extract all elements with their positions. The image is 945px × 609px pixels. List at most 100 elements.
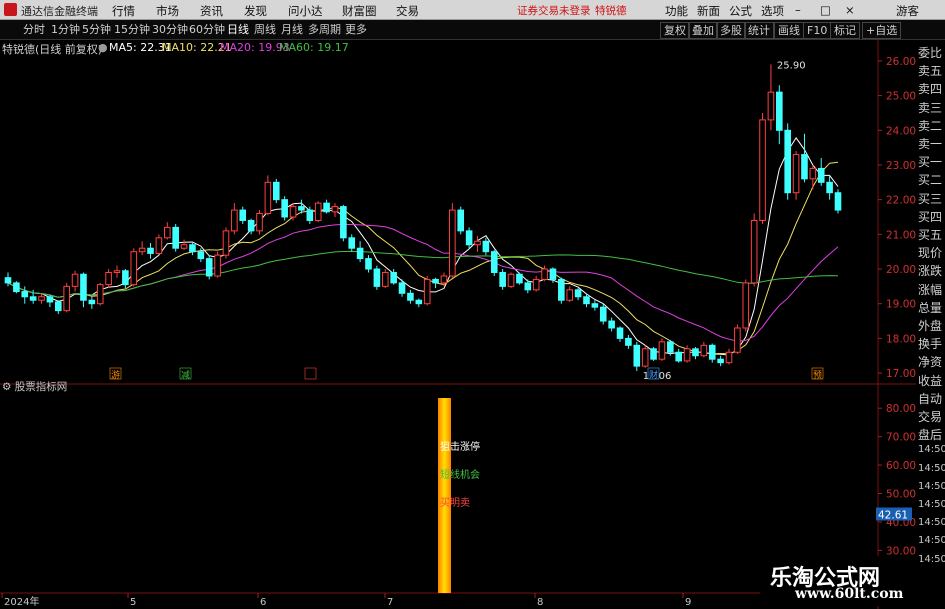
candle-body bbox=[222, 230, 230, 256]
candle-body bbox=[122, 270, 129, 286]
candle-body bbox=[398, 282, 406, 294]
candle-body bbox=[130, 251, 138, 286]
maximize-icon[interactable]: □ bbox=[820, 3, 831, 17]
candle-body bbox=[482, 240, 490, 253]
tab-30min[interactable]: 30分钟 bbox=[149, 22, 191, 37]
indicator-tick-label: 80.00 bbox=[886, 403, 916, 415]
menu-news[interactable]: 资讯 bbox=[200, 3, 223, 19]
tab-5min[interactable]: 5分钟 bbox=[79, 22, 114, 37]
side-panel-label: 盘后 bbox=[918, 428, 943, 443]
side-panel-label: 涨幅 bbox=[918, 282, 943, 297]
price-tick-label: 20.00 bbox=[886, 264, 916, 276]
signal-bar bbox=[438, 398, 451, 593]
high-price-label: 25.90 bbox=[777, 60, 806, 71]
candle-body bbox=[449, 209, 456, 277]
menu-trade[interactable]: 交易 bbox=[396, 3, 419, 19]
signal-label: 买明卖 bbox=[440, 497, 470, 509]
candle-body bbox=[96, 284, 104, 305]
title-bar: 通达信金融终端 行情 市场 资讯 发现 问小达 财富圈 交易 证券交易未登录 特… bbox=[0, 0, 945, 20]
statistics-button[interactable]: 统计 bbox=[744, 22, 774, 39]
candle-body bbox=[641, 348, 649, 367]
candle-body bbox=[105, 271, 112, 286]
candle-body bbox=[423, 278, 431, 305]
tab-15min[interactable]: 15分钟 bbox=[111, 22, 153, 37]
candle-body bbox=[147, 247, 154, 254]
candle-body bbox=[440, 275, 448, 284]
indicator-tick-label: 50.00 bbox=[886, 489, 916, 501]
candle-body bbox=[599, 306, 607, 322]
tab-monthly[interactable]: 月线 bbox=[278, 22, 306, 37]
side-panel-label: 14:50 bbox=[918, 553, 945, 565]
date-label: 8 bbox=[537, 597, 543, 608]
candle-body bbox=[549, 268, 557, 280]
close-icon[interactable]: × bbox=[845, 3, 855, 17]
candle-body bbox=[172, 226, 179, 249]
menu-wealth[interactable]: 财富圈 bbox=[342, 3, 377, 19]
indicator-title: ⚙ 股票指标网 bbox=[2, 380, 67, 393]
candle-body bbox=[415, 299, 423, 305]
f10-button[interactable]: F10 bbox=[803, 22, 832, 39]
menu-function[interactable]: 功能 bbox=[665, 3, 688, 19]
tab-1min[interactable]: 1分钟 bbox=[48, 22, 83, 37]
minimize-icon[interactable]: – bbox=[795, 3, 801, 17]
candle-body bbox=[55, 301, 62, 312]
menu-market[interactable]: 市场 bbox=[156, 3, 179, 19]
candle-body bbox=[742, 282, 750, 329]
candle-body bbox=[4, 277, 12, 284]
menu-new-layout[interactable]: 新面 bbox=[697, 3, 720, 19]
price-tick-label: 17.00 bbox=[886, 368, 916, 380]
menu-options[interactable]: 选项 bbox=[761, 3, 784, 19]
candle-body bbox=[675, 351, 683, 362]
event-mark-label: 游 bbox=[111, 369, 120, 381]
login-alert[interactable]: 证券交易未登录 bbox=[517, 3, 591, 18]
kline-chart-area[interactable]: 26.00 25.00 24.00 23.00 22.00 21.00 20.00 19.00… bbox=[0, 40, 916, 609]
mark-button[interactable]: 标记 bbox=[830, 22, 860, 39]
side-panel-label: 卖二 bbox=[918, 118, 943, 133]
draw-line-button[interactable]: 画线 bbox=[774, 22, 804, 39]
side-panel-label: 卖四 bbox=[918, 82, 943, 97]
tab-60min[interactable]: 60分钟 bbox=[186, 22, 228, 37]
candle-body bbox=[289, 206, 297, 218]
tab-more[interactable]: 更多 bbox=[342, 22, 370, 37]
tab-daily[interactable]: 日线 bbox=[224, 22, 252, 37]
candle-body bbox=[180, 244, 188, 249]
candle-body bbox=[583, 296, 590, 305]
candle-body bbox=[490, 251, 498, 273]
tab-multi-period[interactable]: 多周期 bbox=[305, 22, 344, 37]
moving-average-lines bbox=[7, 137, 839, 356]
candle-body bbox=[499, 271, 506, 287]
overlay-button[interactable]: 叠加 bbox=[688, 22, 718, 39]
candle-body bbox=[667, 341, 674, 353]
add-watchlist-button[interactable]: +自选 bbox=[862, 22, 902, 39]
multi-stock-button[interactable]: 多股 bbox=[716, 22, 746, 39]
side-panel-label: 14:50 bbox=[918, 462, 945, 474]
tab-weekly[interactable]: 周线 bbox=[251, 22, 279, 37]
candle-body bbox=[390, 271, 397, 284]
candle-body bbox=[231, 209, 238, 232]
candle-body bbox=[407, 292, 414, 301]
side-panel-label: 卖一 bbox=[918, 137, 943, 151]
candle-body bbox=[197, 251, 205, 260]
candle-body bbox=[532, 278, 540, 291]
guest-label[interactable]: 游客 bbox=[896, 3, 919, 19]
candle-body bbox=[734, 327, 741, 353]
candle-body bbox=[214, 254, 221, 277]
candle-body bbox=[465, 230, 473, 246]
side-panel-label: 涨跌 bbox=[918, 264, 943, 279]
candle-body bbox=[29, 296, 37, 301]
candle-body bbox=[189, 244, 196, 253]
side-panel-label: 外盘 bbox=[918, 319, 943, 333]
tab-timeshare[interactable]: 分时 bbox=[20, 22, 48, 37]
candle-body bbox=[558, 278, 565, 301]
menu-discover[interactable]: 发现 bbox=[244, 3, 267, 19]
indicator-current-value: 42.61 bbox=[878, 510, 908, 522]
side-panel-label: 14:50 bbox=[918, 535, 945, 547]
menu-formula[interactable]: 公式 bbox=[729, 3, 752, 19]
side-panel-label: 现价 bbox=[918, 246, 943, 261]
menu-quotes[interactable]: 行情 bbox=[112, 3, 135, 19]
price-tick-label: 21.00 bbox=[886, 229, 916, 241]
restore-rights-button[interactable]: 复权 bbox=[660, 22, 690, 39]
candle-body bbox=[323, 202, 330, 213]
menu-ask[interactable]: 问小达 bbox=[288, 3, 323, 19]
indicator-tick-label: 70.00 bbox=[886, 432, 916, 444]
